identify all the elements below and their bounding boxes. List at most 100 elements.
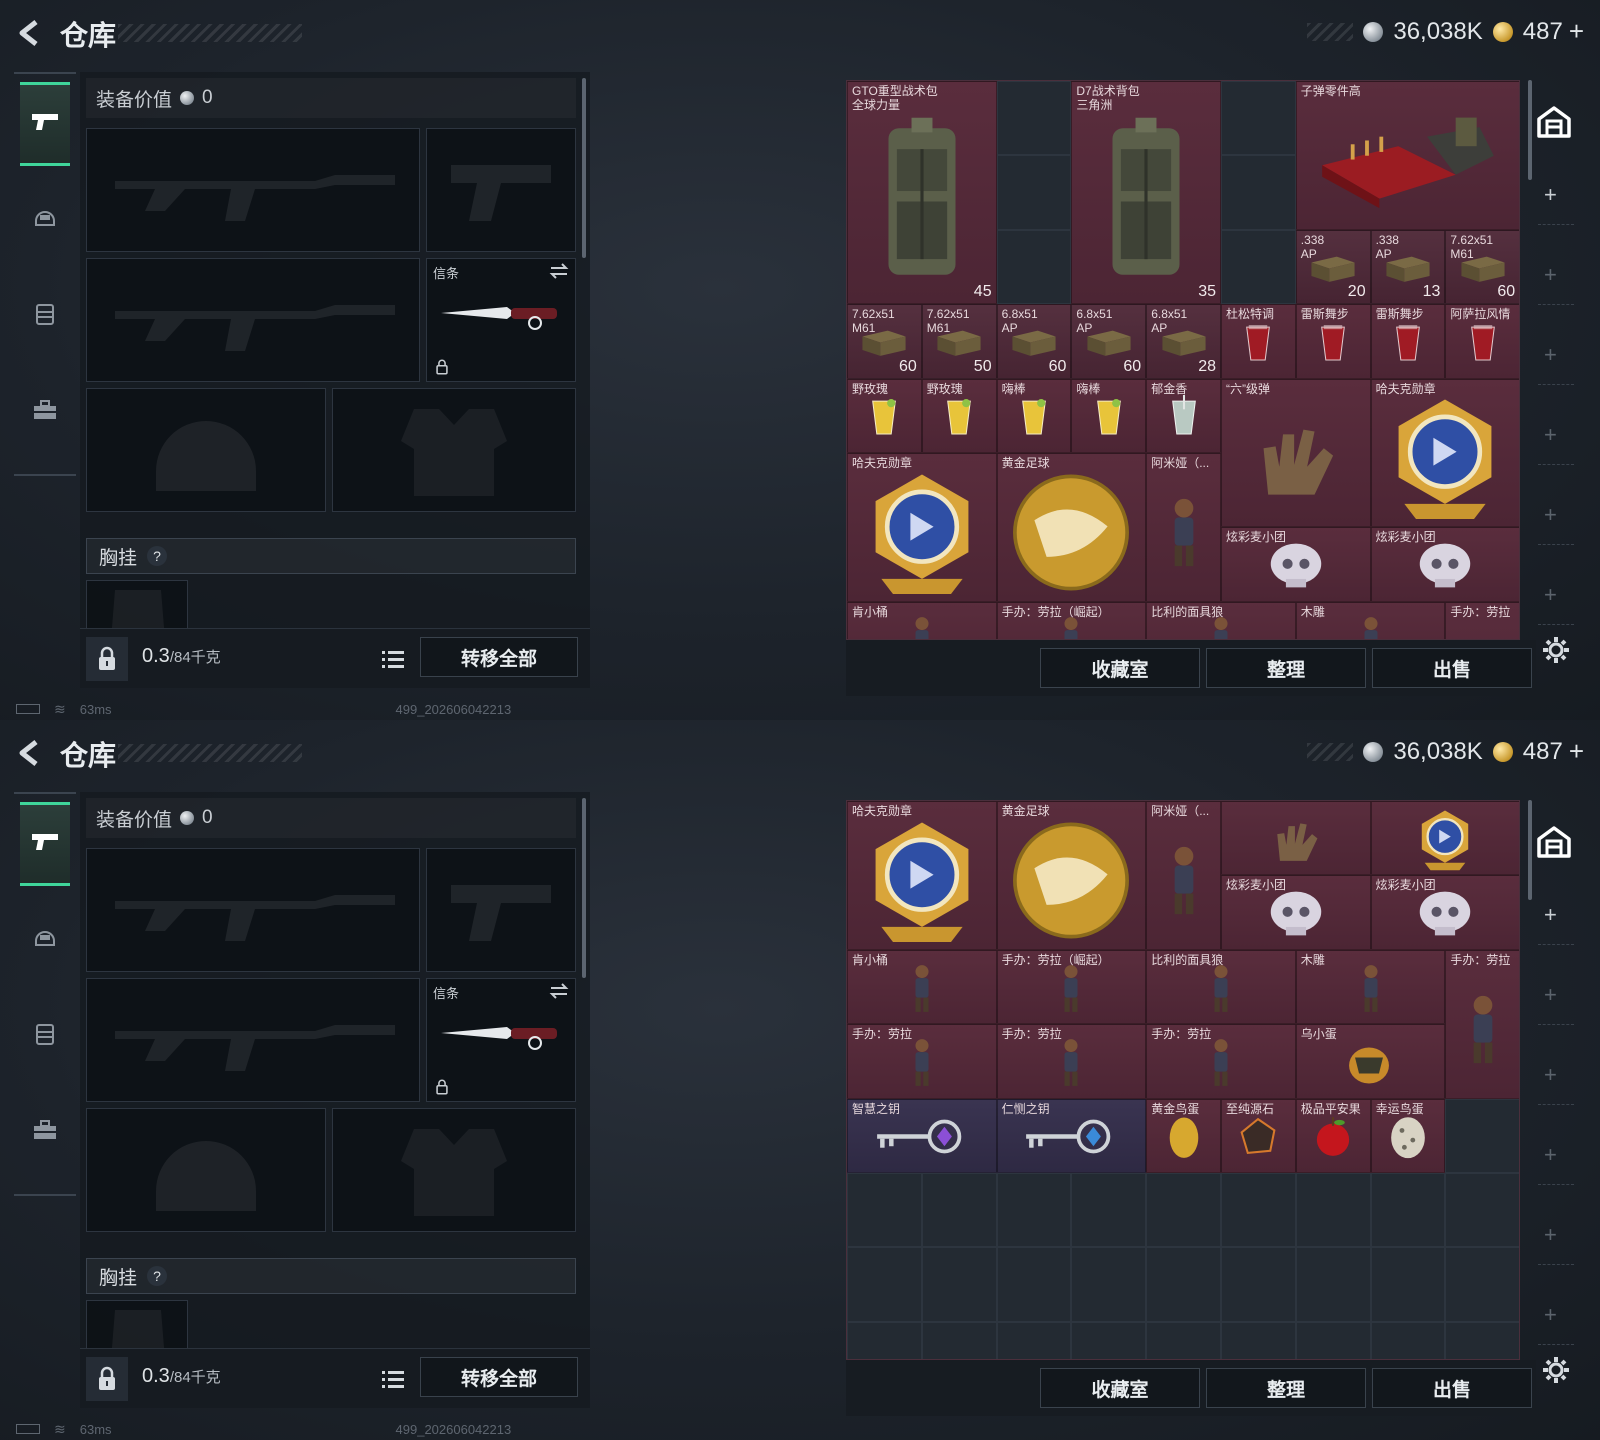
empty-grid-cell[interactable] xyxy=(1445,1098,1519,1173)
empty-grid-cell[interactable] xyxy=(921,1247,997,1322)
tab-helmets[interactable] xyxy=(20,178,70,262)
empty-grid-cell[interactable] xyxy=(921,1321,997,1359)
helmet-slot[interactable] xyxy=(86,1108,326,1232)
stash-item[interactable]: 阿萨拉风情 xyxy=(1445,304,1519,379)
transfer-all-button[interactable]: 转移全部 xyxy=(420,1357,578,1397)
tab-armor[interactable] xyxy=(20,994,70,1078)
helmet-slot[interactable] xyxy=(86,388,326,512)
empty-grid-cell[interactable] xyxy=(1146,1247,1221,1322)
sort-button[interactable]: 整理 xyxy=(1206,1368,1366,1408)
empty-grid-cell[interactable] xyxy=(1146,1321,1221,1359)
swap-icon[interactable] xyxy=(549,983,569,1004)
stash-item[interactable] xyxy=(1370,801,1519,876)
stash-item[interactable]: 木雕 xyxy=(1295,601,1446,639)
stash-item[interactable]: 肯小桶 xyxy=(847,601,997,639)
stash-item[interactable]: 阿米娅（... xyxy=(1146,801,1221,950)
empty-grid-cell[interactable] xyxy=(1445,1247,1519,1322)
stash-item[interactable]: D7战术背包 三角洲 35 xyxy=(1071,81,1221,305)
back-arrow-icon[interactable] xyxy=(14,16,48,50)
empty-grid-cell[interactable] xyxy=(996,229,1072,305)
empty-grid-cell[interactable] xyxy=(1370,1247,1446,1322)
stash-item[interactable]: 木雕 xyxy=(1295,949,1446,1025)
empty-grid-cell[interactable] xyxy=(1221,1247,1296,1322)
add-stash-page-button[interactable]: + xyxy=(1544,1222,1557,1248)
stash-item[interactable]: 杜松特调 xyxy=(1221,304,1296,379)
empty-grid-cell[interactable] xyxy=(1295,1173,1371,1248)
gear-icon[interactable] xyxy=(1536,1350,1576,1390)
add-stash-page-button[interactable]: + xyxy=(1544,182,1557,208)
list-icon[interactable] xyxy=(376,1363,410,1395)
sort-button[interactable]: 整理 xyxy=(1206,648,1366,688)
melee-slot[interactable]: 信条 xyxy=(426,978,576,1102)
empty-grid-cell[interactable] xyxy=(1071,1247,1147,1322)
stash-item[interactable]: 幸运鸟蛋 xyxy=(1370,1098,1446,1173)
stash-item[interactable]: .338 AP 13 xyxy=(1370,229,1446,305)
add-stash-page-button[interactable]: + xyxy=(1544,422,1557,448)
armor-slot[interactable] xyxy=(332,388,576,512)
stash-item[interactable]: 黄金足球 xyxy=(996,453,1147,602)
tab-helmets[interactable] xyxy=(20,898,70,982)
stash-item[interactable]: 阿米娅（... xyxy=(1146,453,1221,602)
help-icon[interactable]: ? xyxy=(147,546,168,566)
stash-item[interactable]: 7.62x51 M61 60 xyxy=(1445,229,1519,305)
swap-icon[interactable] xyxy=(549,263,569,284)
stash-item[interactable]: GTO重型战术包 全球力量 45 xyxy=(847,81,997,305)
add-stash-page-button[interactable]: + xyxy=(1544,982,1557,1008)
add-stash-page-button[interactable]: + xyxy=(1544,342,1557,368)
empty-grid-cell[interactable] xyxy=(1295,1247,1371,1322)
stash-item[interactable]: 嗨棒 xyxy=(996,378,1072,453)
empty-grid-cell[interactable] xyxy=(1295,1321,1371,1359)
empty-grid-cell[interactable] xyxy=(1221,155,1296,230)
gear-icon[interactable] xyxy=(1536,630,1576,670)
help-icon[interactable]: ? xyxy=(147,1266,168,1286)
stash-item[interactable]: 至纯源石 xyxy=(1221,1098,1296,1173)
knife-item[interactable] xyxy=(437,297,567,336)
empty-grid-cell[interactable] xyxy=(847,1173,922,1248)
stash-item[interactable]: 7.62x51 M61 60 xyxy=(847,304,922,379)
stash-item[interactable]: 手办：劳拉 xyxy=(847,1024,997,1099)
secondary-weapon-slot[interactable] xyxy=(86,978,420,1102)
secondary-weapon-slot[interactable] xyxy=(86,258,420,382)
empty-grid-cell[interactable] xyxy=(1146,1173,1221,1248)
stash-item[interactable]: 仁恻之钥 xyxy=(996,1098,1147,1173)
stash-item[interactable]: 比利的面具狼 xyxy=(1146,949,1296,1025)
stash-item[interactable]: 手办：劳拉 xyxy=(1445,949,1519,1099)
stash-item[interactable]: 炫彩麦小团 xyxy=(1221,527,1371,602)
stash-item[interactable]: 手办：劳拉（崛起） xyxy=(996,949,1147,1025)
add-stash-page-button[interactable]: + xyxy=(1544,1302,1557,1328)
tab-tools[interactable] xyxy=(20,1090,70,1174)
stash-item[interactable]: 郁金香 xyxy=(1146,378,1221,453)
stash-item[interactable]: 智慧之钥 xyxy=(847,1098,997,1173)
stash-item[interactable]: 炫彩麦小团 xyxy=(1370,875,1519,950)
stash-item[interactable]: 6.8x51 AP 60 xyxy=(996,304,1072,379)
stash-item[interactable]: 手办：劳拉（崛起） xyxy=(996,601,1147,639)
stash-item[interactable]: 6.8x51 AP 60 xyxy=(1071,304,1147,379)
stash-item[interactable]: 乌小蛋 xyxy=(1295,1024,1446,1099)
back-arrow-icon[interactable] xyxy=(14,736,48,770)
empty-grid-cell[interactable] xyxy=(1221,1173,1296,1248)
warehouse-icon[interactable] xyxy=(1532,100,1576,144)
knife-item[interactable] xyxy=(437,1017,567,1056)
empty-grid-cell[interactable] xyxy=(1370,1173,1446,1248)
add-stash-page-button[interactable]: + xyxy=(1544,1142,1557,1168)
add-stash-page-button[interactable]: + xyxy=(1544,1062,1557,1088)
tab-armor[interactable] xyxy=(20,274,70,358)
empty-grid-cell[interactable] xyxy=(996,81,1072,156)
empty-grid-cell[interactable] xyxy=(1445,1321,1519,1359)
stash-item[interactable]: 雷斯舞步 xyxy=(1295,304,1371,379)
empty-grid-cell[interactable] xyxy=(1071,1321,1147,1359)
stash-item[interactable]: 手办：劳拉 xyxy=(1146,1024,1296,1099)
collection-room-button[interactable]: 收藏室 xyxy=(1040,648,1200,688)
add-stash-page-button[interactable]: + xyxy=(1544,262,1557,288)
stash-item[interactable]: 炫彩麦小团 xyxy=(1221,875,1371,950)
empty-grid-cell[interactable] xyxy=(1221,81,1296,156)
stash-item[interactable]: 嗨棒 xyxy=(1071,378,1147,453)
melee-slot[interactable]: 信条 xyxy=(426,258,576,382)
empty-grid-cell[interactable] xyxy=(921,1173,997,1248)
stash-item[interactable]: 哈夫克勋章 xyxy=(847,453,997,602)
stash-item[interactable]: 炫彩麦小团 xyxy=(1370,527,1519,602)
stash-item[interactable]: 比利的面具狼 xyxy=(1146,601,1296,639)
add-stash-page-button[interactable]: + xyxy=(1544,502,1557,528)
warehouse-icon[interactable] xyxy=(1532,820,1576,864)
tab-tools[interactable] xyxy=(20,370,70,454)
